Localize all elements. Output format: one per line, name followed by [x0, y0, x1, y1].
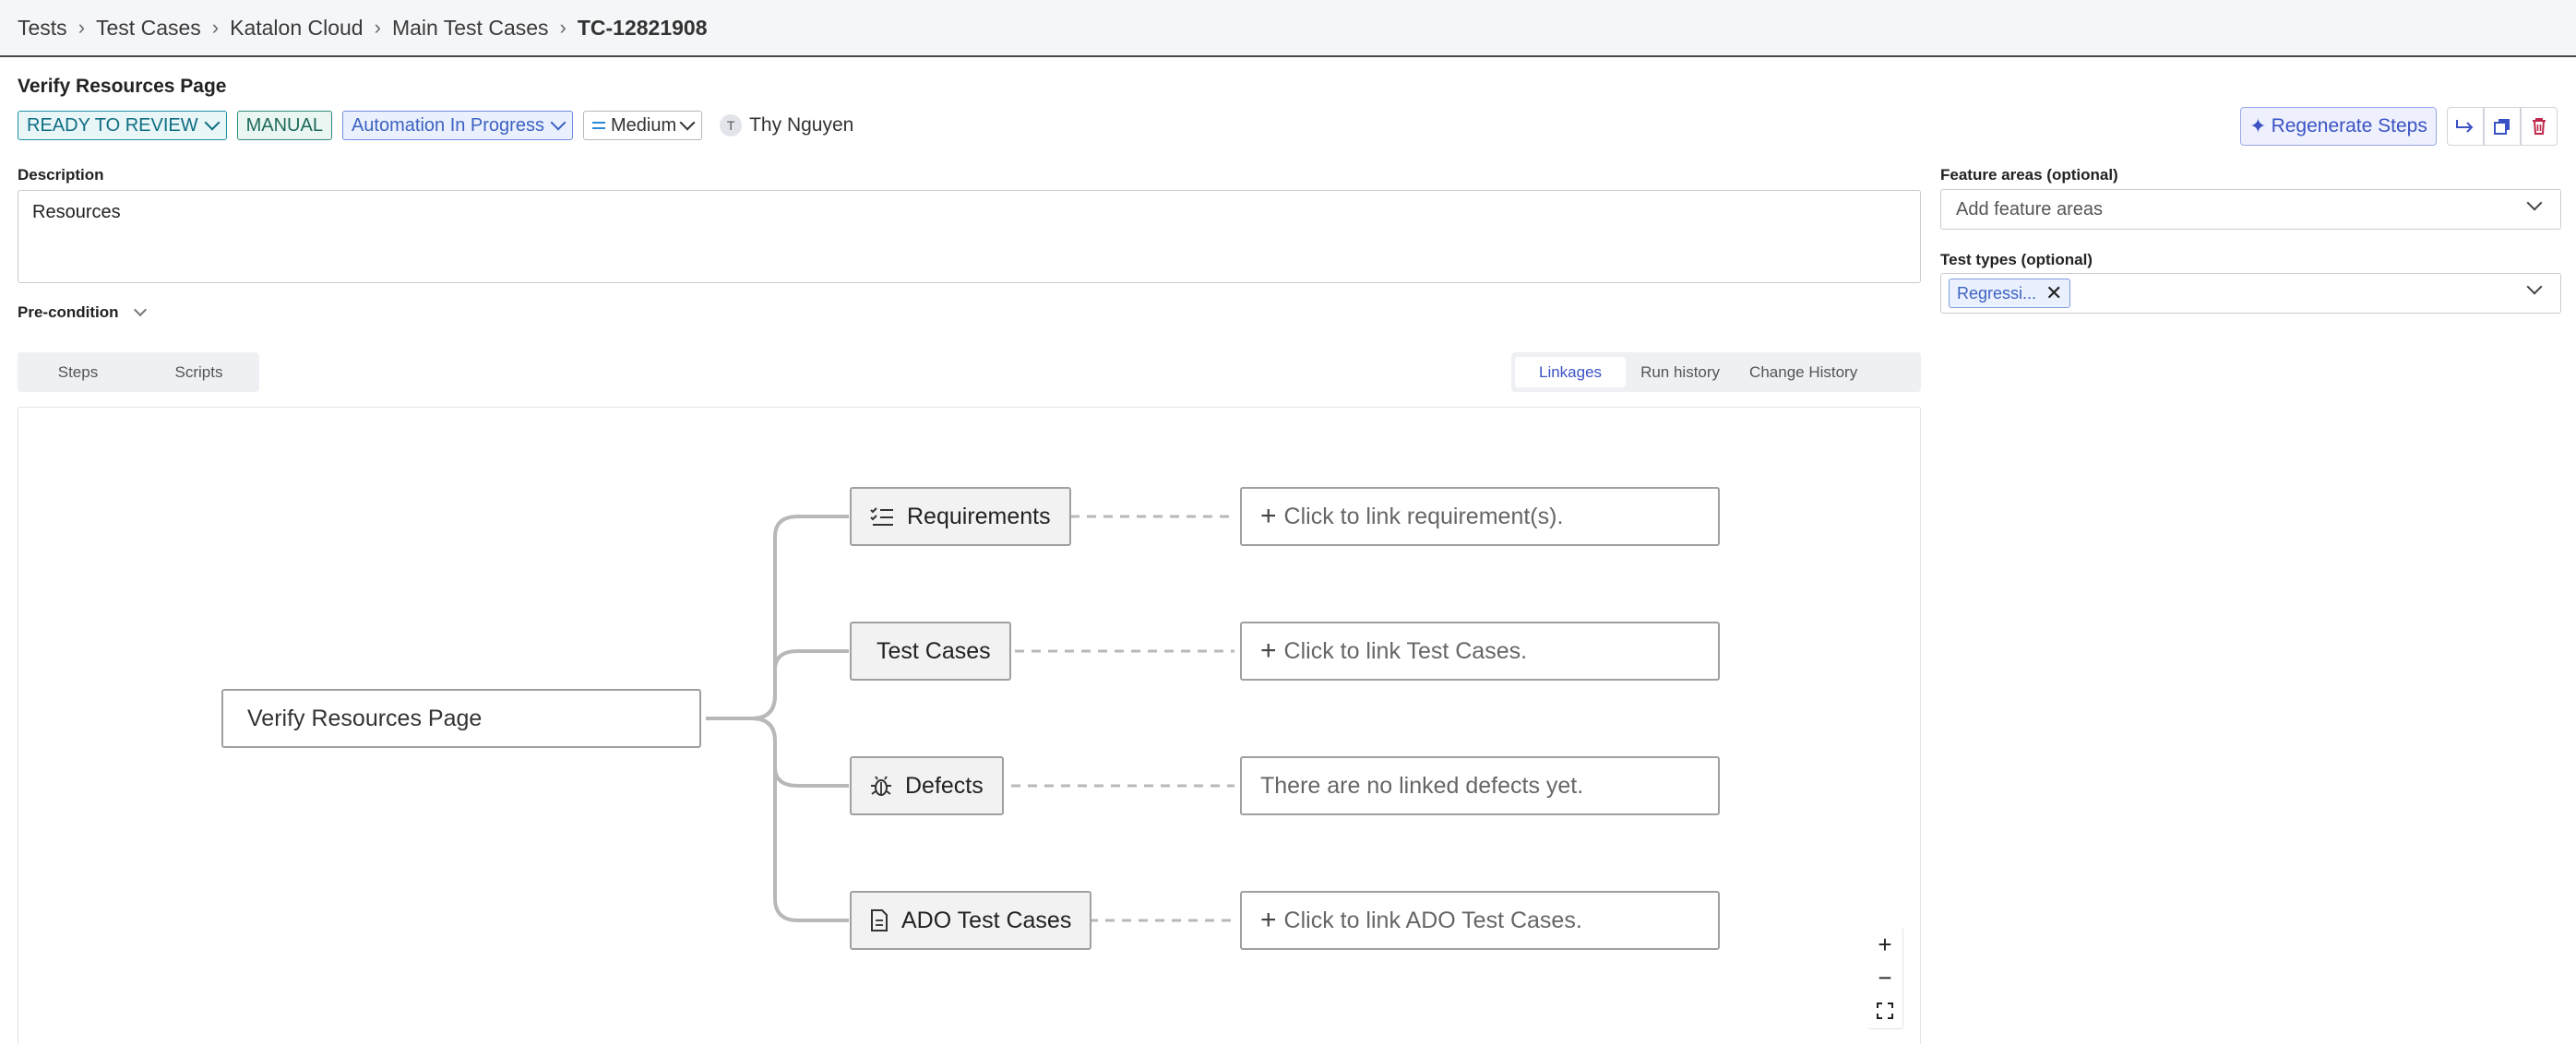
delete-icon — [2533, 118, 2546, 135]
priority-label: Medium — [610, 114, 677, 136]
share-button[interactable] — [2447, 107, 2484, 146]
zoom-out-button[interactable]: − — [1868, 961, 1902, 994]
breadcrumb-katalon-cloud[interactable]: Katalon Cloud — [230, 16, 364, 41]
review-status-label: READY TO REVIEW — [27, 114, 198, 136]
breadcrumb: Tests › Test Cases › Katalon Cloud › Mai… — [0, 0, 2576, 57]
test-cases-node: Test Cases — [850, 622, 1011, 681]
regenerate-steps-button[interactable]: ✦ Regenerate Steps — [2240, 107, 2437, 146]
duplicate-button[interactable] — [2484, 107, 2521, 146]
review-status-dropdown[interactable]: READY TO REVIEW — [18, 111, 227, 140]
root-test-case-node: Verify Resources Page — [221, 689, 701, 748]
zoom-in-button[interactable]: + — [1868, 928, 1902, 961]
automation-status-dropdown[interactable]: Automation In Progress — [341, 111, 573, 140]
test-cases-label: Test Cases — [877, 637, 991, 664]
breadcrumb-test-cases[interactable]: Test Cases — [96, 16, 201, 41]
priority-medium-icon — [591, 122, 605, 129]
chevron-down-icon — [2526, 279, 2543, 295]
chevron-down-icon — [133, 303, 147, 317]
sparkle-icon: ✦ — [2249, 114, 2267, 137]
description-value: Resources — [32, 202, 121, 222]
defects-node: Defects — [850, 756, 1004, 815]
precondition-label: Pre-condition — [18, 303, 119, 321]
link-test-cases-button[interactable]: + Click to link Test Cases. — [1240, 622, 1720, 681]
chevron-right-icon: › — [559, 16, 566, 39]
test-types-label: Test types (optional) — [1940, 251, 2093, 268]
chevron-down-icon — [679, 114, 696, 131]
tab-scripts[interactable]: Scripts — [138, 363, 259, 382]
link-requirements-button[interactable]: + Click to link requirement(s). — [1240, 487, 1720, 546]
chevron-right-icon: › — [211, 16, 220, 39]
ado-test-cases-label: ADO Test Cases — [901, 907, 1072, 933]
requirements-node: Requirements — [850, 487, 1071, 546]
root-node-label: Verify Resources Page — [247, 705, 483, 731]
tab-linkages[interactable]: Linkages — [1515, 357, 1627, 387]
tab-run-history[interactable]: Run history — [1626, 357, 1735, 387]
breadcrumb-tests[interactable]: Tests — [18, 16, 67, 41]
description-field[interactable]: Resources — [18, 190, 1921, 283]
defects-empty-text: There are no linked defects yet. — [1260, 772, 1584, 799]
link-ado-test-cases-button[interactable]: + Click to link ADO Test Cases. — [1240, 891, 1720, 950]
plus-icon: + — [1260, 501, 1277, 531]
regenerate-steps-label: Regenerate Steps — [2271, 115, 2427, 136]
link-test-cases-text: Click to link Test Cases. — [1283, 637, 1528, 664]
page-title[interactable]: Verify Resources Page — [18, 76, 226, 98]
test-type-tag-label: Regressi... — [1957, 283, 2037, 303]
status-row: READY TO REVIEW MANUAL Automation In Pro… — [18, 110, 853, 141]
linkage-canvas[interactable]: Verify Resources Page Requirements + Cli… — [18, 407, 1921, 1044]
link-requirements-text: Click to link requirement(s). — [1283, 503, 1564, 529]
type-label: MANUAL — [245, 114, 323, 136]
zoom-out-icon: − — [1878, 963, 1892, 991]
assignee[interactable]: T Thy Nguyen — [720, 114, 853, 136]
description-label: Description — [18, 166, 104, 184]
feature-areas-label: Feature areas (optional) — [1940, 166, 2118, 184]
feature-areas-select[interactable]: Add feature areas — [1940, 189, 2561, 230]
share-icon — [2456, 120, 2474, 133]
editor-tabs: Steps Scripts — [18, 352, 259, 392]
requirements-label: Requirements — [907, 503, 1051, 529]
checklist-icon — [870, 506, 894, 527]
breadcrumb-main-test-cases[interactable]: Main Test Cases — [392, 16, 549, 41]
detail-tabs: Linkages Run history Change History — [1511, 352, 1921, 392]
plus-icon: + — [1260, 635, 1277, 666]
precondition-toggle[interactable]: Pre-condition — [18, 303, 147, 322]
chevron-right-icon: › — [374, 16, 381, 39]
tab-steps[interactable]: Steps — [18, 363, 138, 382]
test-types-select[interactable]: Regressi... ✕ — [1940, 273, 2561, 314]
feature-areas-placeholder: Add feature areas — [1956, 198, 2103, 219]
chevron-down-icon — [204, 114, 221, 131]
fit-view-button[interactable] — [1868, 994, 1902, 1027]
chevron-down-icon — [550, 114, 566, 131]
type-badge: MANUAL — [236, 111, 332, 140]
close-icon[interactable]: ✕ — [2045, 281, 2062, 305]
avatar: T — [720, 114, 743, 136]
test-type-tag: Regressi... ✕ — [1949, 279, 2071, 308]
chevron-right-icon: › — [78, 16, 86, 39]
ado-test-cases-node: ADO Test Cases — [850, 891, 1092, 950]
bug-icon — [870, 775, 892, 797]
document-icon — [870, 909, 888, 931]
defects-label: Defects — [905, 772, 984, 799]
link-ado-test-cases-text: Click to link ADO Test Cases. — [1283, 907, 1582, 933]
defects-empty-message: There are no linked defects yet. — [1240, 756, 1720, 815]
breadcrumb-current: TC-12821908 — [577, 15, 708, 40]
priority-dropdown[interactable]: Medium — [582, 111, 703, 140]
chevron-down-icon — [2526, 195, 2543, 211]
plus-icon: + — [1260, 905, 1277, 935]
fullscreen-icon — [1877, 1002, 1893, 1019]
automation-status-label: Automation In Progress — [351, 114, 544, 136]
duplicate-icon — [2494, 119, 2510, 135]
assignee-name: Thy Nguyen — [749, 114, 854, 136]
delete-button[interactable] — [2521, 107, 2558, 146]
zoom-in-icon: + — [1878, 930, 1892, 958]
tab-change-history[interactable]: Change History — [1735, 357, 1872, 387]
